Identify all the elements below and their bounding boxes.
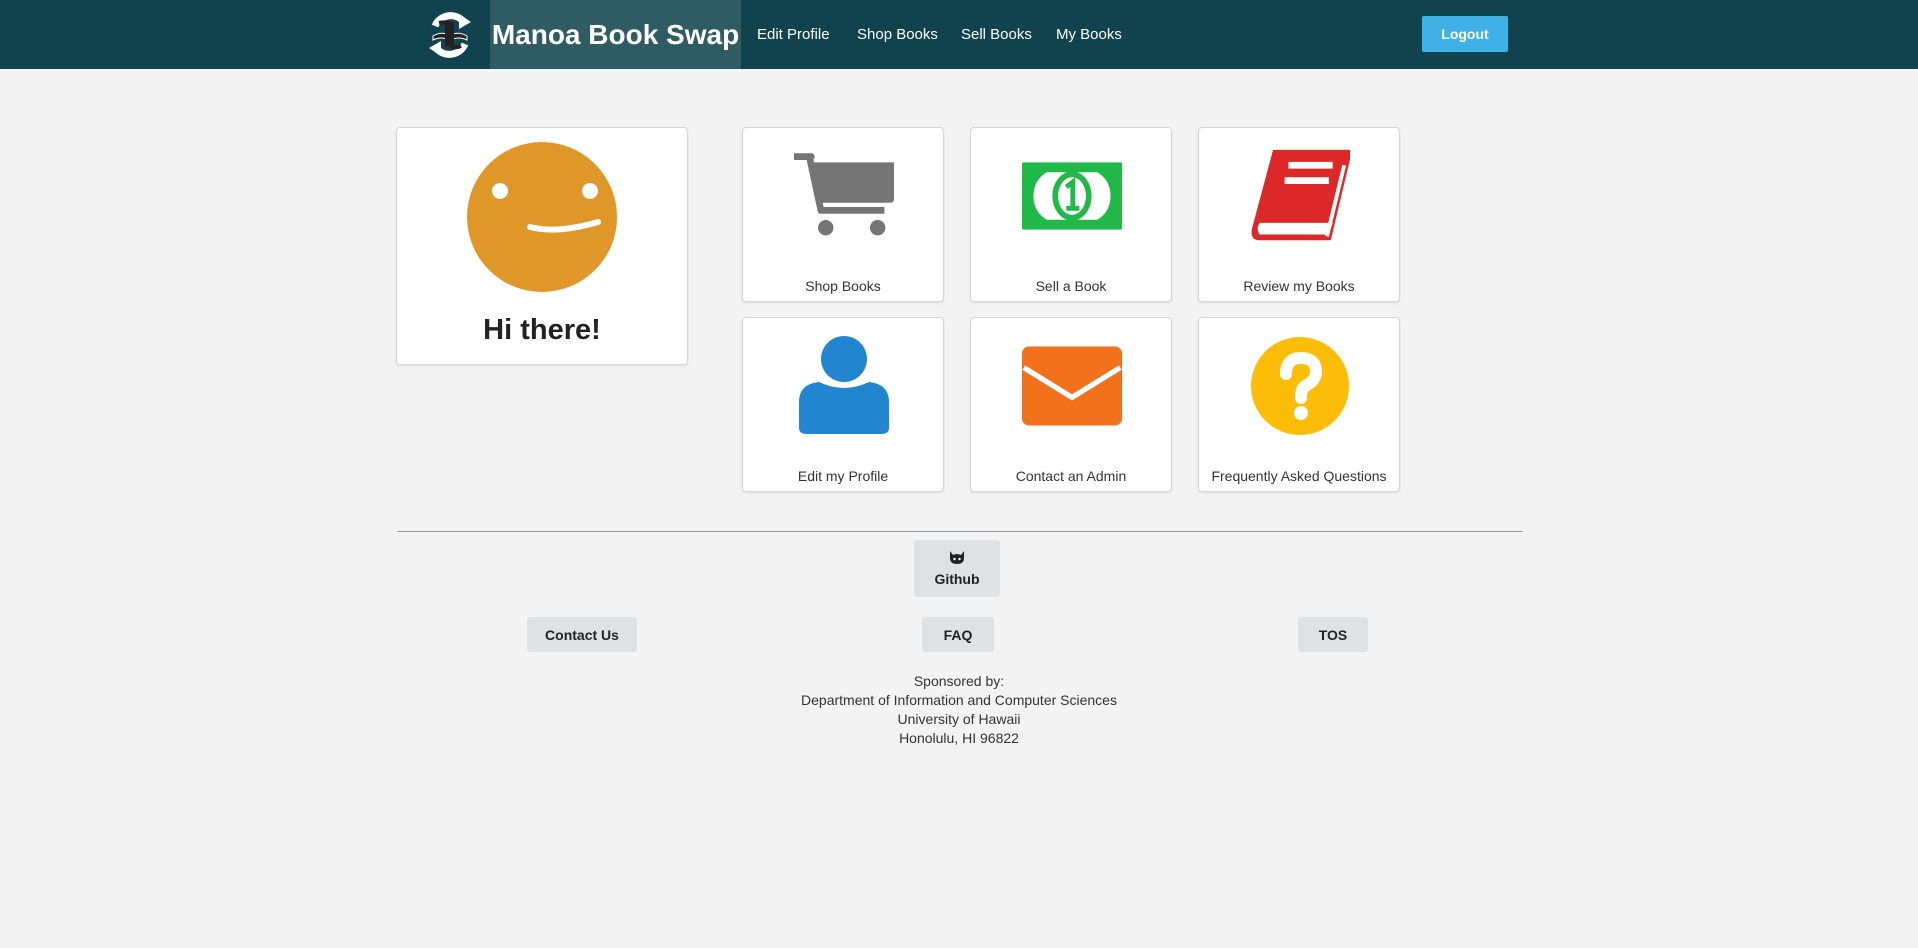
top-navbar: Manoa Book Swap Edit Profile Shop Books …	[0, 0, 1918, 69]
book-swap-logo-icon[interactable]	[410, 0, 490, 69]
nav-my-books[interactable]: My Books	[1056, 0, 1122, 69]
shopping-cart-icon	[794, 146, 894, 246]
question-circle-icon	[1250, 336, 1350, 436]
review-books-tile[interactable]: Review my Books	[1198, 127, 1400, 302]
shop-books-tile[interactable]: Shop Books	[742, 127, 944, 302]
github-button[interactable]: Github	[914, 540, 1000, 597]
nav-edit-profile[interactable]: Edit Profile	[757, 0, 830, 69]
sell-book-tile[interactable]: Sell a Book	[970, 127, 1172, 302]
sponsor-line: Sponsored by:	[913, 673, 1005, 689]
edit-profile-tile[interactable]: Edit my Profile	[742, 317, 944, 492]
sponsor-line: University of Hawaii	[897, 711, 1021, 727]
nav-sell-books[interactable]: Sell Books	[961, 0, 1032, 69]
tile-label: Contact an Admin	[1015, 468, 1127, 484]
tile-label: Review my Books	[1243, 278, 1355, 294]
faq-button[interactable]: FAQ	[922, 617, 994, 652]
site-brand[interactable]: Manoa Book Swap	[490, 0, 741, 69]
logout-button[interactable]: Logout	[1422, 16, 1508, 52]
sponsor-info: Sponsored by: Department of Information …	[659, 672, 1259, 748]
contact-us-button[interactable]: Contact Us	[527, 617, 637, 652]
faq-tile[interactable]: Frequently Asked Questions	[1198, 317, 1400, 492]
footer-divider	[397, 531, 1523, 532]
sponsor-line: Honolulu, HI 96822	[899, 730, 1019, 746]
tile-label: Edit my Profile	[797, 468, 889, 484]
user-icon	[794, 336, 894, 436]
tile-label: Shop Books	[805, 278, 881, 294]
github-label: Github	[934, 571, 980, 587]
tos-button[interactable]: TOS	[1298, 617, 1368, 652]
contact-admin-tile[interactable]: Contact an Admin	[970, 317, 1172, 492]
dollar-bill-icon	[1022, 146, 1122, 246]
sponsor-line: Department of Information and Computer S…	[801, 692, 1117, 708]
smiley-face-icon	[467, 142, 617, 292]
greeting-text: Hi there!	[483, 314, 601, 346]
tile-label: Frequently Asked Questions	[1211, 468, 1387, 484]
tile-label: Sell a Book	[1035, 278, 1107, 294]
nav-shop-books[interactable]: Shop Books	[857, 0, 938, 69]
envelope-icon	[1022, 336, 1122, 436]
github-icon	[947, 550, 967, 569]
greeting-card: Hi there!	[396, 127, 688, 365]
book-icon	[1250, 146, 1350, 246]
